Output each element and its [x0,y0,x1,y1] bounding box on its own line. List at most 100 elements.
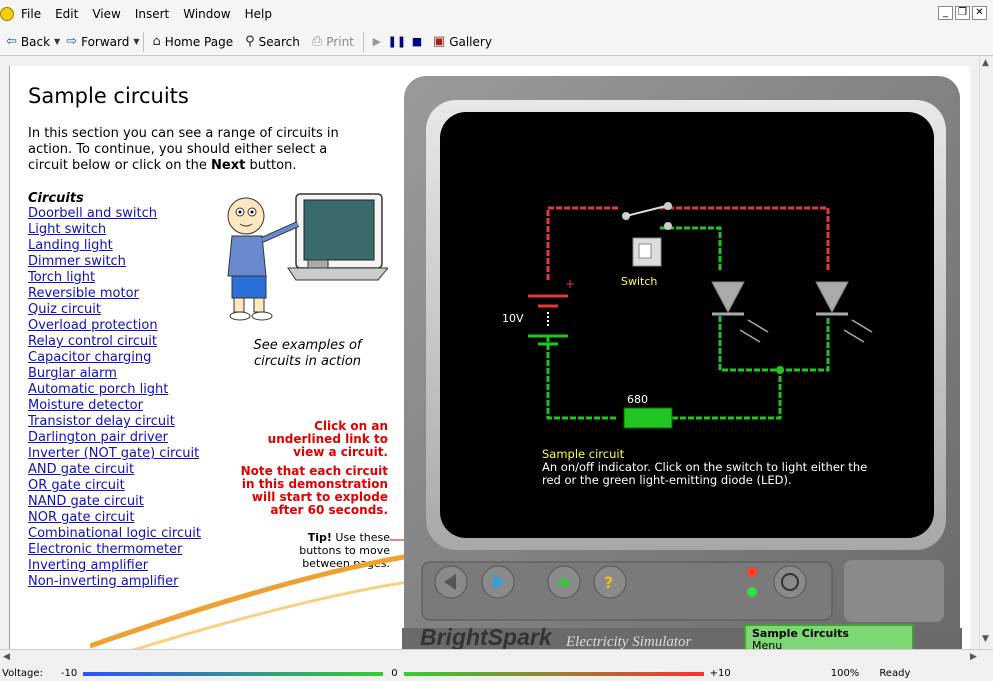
circuit-link[interactable]: Landing light [28,238,113,253]
intro-text: In this section you can see a range of c… [28,126,358,174]
red-led [815,281,849,314]
voltage-label: Voltage: [2,668,43,679]
scroll-right-icon[interactable]: ▶ [970,652,977,662]
scroll-left-icon[interactable]: ◀ [3,652,10,662]
green-indicator-light [747,587,757,597]
intro-next-word: Next [211,158,246,173]
menu-edit[interactable]: Edit [48,7,85,21]
scroll-up-icon[interactable]: ▲ [982,58,989,68]
menu-view[interactable]: View [85,7,127,21]
circuit-link[interactable]: Torch light [28,270,95,285]
circuit-link[interactable]: Quiz circuit [28,302,101,317]
close-icon[interactable]: ✕ [972,6,987,20]
forward-button[interactable]: ⇨ Forward [60,30,135,54]
back-arrow-icon: ⇦ [6,34,17,49]
back-button[interactable]: ⇦ Back [0,30,56,54]
gallery-box-icon: ▣ [432,34,446,49]
search-button[interactable]: ⚲ Search [239,30,306,54]
menu-file[interactable]: File [14,7,48,21]
circuit-link[interactable]: Transistor delay circuit [28,414,175,429]
led-emission-arrow [747,319,769,333]
minimize-icon[interactable]: _ [938,6,953,20]
voltage-zero: 0 [391,668,398,679]
window-controls: _ ❐ ✕ [938,6,987,20]
stop-icon[interactable]: ■ [409,34,425,50]
binoculars-icon: ⚲ [245,34,255,49]
home-icon: ⌂ [152,34,161,49]
app-bulb-icon[interactable] [0,7,14,21]
circuit-link[interactable]: Light switch [28,222,106,237]
circuit-link[interactable]: NAND gate circuit [28,494,144,509]
circuit-link[interactable]: Capacitor charging [28,350,151,365]
green-wire [546,336,616,420]
circuit-link[interactable]: Inverter (NOT gate) circuit [28,446,199,461]
circuit-link[interactable]: Relay control circuit [28,334,157,349]
circuit-link[interactable]: OR gate circuit [28,478,125,493]
led-emission-arrow [739,329,761,343]
menu-bar: File Edit View Insert Window Help _ ❐ ✕ [0,0,993,28]
lcd-display: Sample Circuits Menu [744,624,914,649]
illustration-caption: See examples of circuits in action [253,338,362,369]
battery-voltage-label: 10V [502,312,524,325]
lcd-subtitle: Menu [752,639,783,650]
circuit-link[interactable]: Darlington pair driver [28,430,168,445]
green-wire [660,226,722,272]
menu-insert[interactable]: Insert [128,7,176,21]
circuit-link[interactable]: Overload protection [28,318,158,333]
led-emission-arrow [843,329,865,343]
forward-label: Forward [81,34,130,49]
circuit-link[interactable]: NOR gate circuit [28,510,134,525]
voltage-scale-positive [403,671,704,676]
switch-label: Switch [621,275,658,288]
circuit-link[interactable]: Doorbell and switch [28,206,157,221]
brand-logo: BrightSpark [420,624,552,649]
forward-arrow-icon: ⇨ [66,34,78,49]
circuit-link[interactable]: Automatic porch light [28,382,168,397]
brand-subtitle: Electricity Simulator [566,634,692,649]
vertical-scrollbar[interactable]: ▲ ▼ [979,56,993,649]
voltage-max: +10 [709,668,731,679]
decorative-swoosh [90,553,416,649]
green-wire [718,316,830,372]
toolbar-separator [362,31,364,52]
green-led [711,281,745,314]
circuit-link[interactable]: Dimmer switch [28,254,126,269]
circuit-info-text: An on/off indicator. Click on the switch… [542,460,868,487]
zoom-level: 100% [830,668,860,679]
menu-window[interactable]: Window [176,7,237,21]
page-content: Sample circuits In this section you can … [9,66,970,649]
switch-lever[interactable] [625,205,667,217]
search-label: Search [258,34,300,49]
restore-icon[interactable]: ❐ [955,6,970,20]
circuit-link[interactable]: Reversible motor [28,286,139,301]
red-wire [546,206,620,280]
status-text: Ready [879,668,911,679]
red-indicator-light [747,567,757,577]
wire-junction [776,366,784,374]
home-page-button[interactable]: ⌂ Home Page [147,30,240,54]
circuit-link[interactable]: AND gate circuit [28,462,134,477]
green-wire [664,370,782,420]
battery-plus-icon: + [565,277,575,291]
forward-dropdown-icon[interactable]: ▼ [133,37,139,46]
toolbar-separator [142,31,144,52]
resistor [623,407,673,429]
power-button[interactable] [773,565,807,599]
help-icon: ? [604,573,613,592]
warning-notes: Click on an underlined link to view a ci… [238,420,388,517]
circuit-link[interactable]: Burglar alarm [28,366,117,381]
gallery-button[interactable]: ▣ Gallery [427,30,498,54]
circuit-link[interactable]: Moisture detector [28,398,143,413]
print-button[interactable]: ⎙ Print [306,30,360,54]
print-label: Print [326,34,354,49]
home-label: Home Page [164,34,234,49]
play-icon[interactable]: ▶ [369,34,385,50]
printer-icon: ⎙ [311,34,323,49]
scroll-down-icon[interactable]: ▼ [982,634,989,644]
intro-part-b: button. [245,158,297,173]
cartoon-boy-computer-illustration [227,193,388,321]
led-emission-arrow [851,319,873,333]
horizontal-scrollbar[interactable]: ◀ ▶ [0,649,993,666]
pause-icon[interactable]: ❚❚ [388,34,406,50]
menu-help[interactable]: Help [238,7,279,21]
